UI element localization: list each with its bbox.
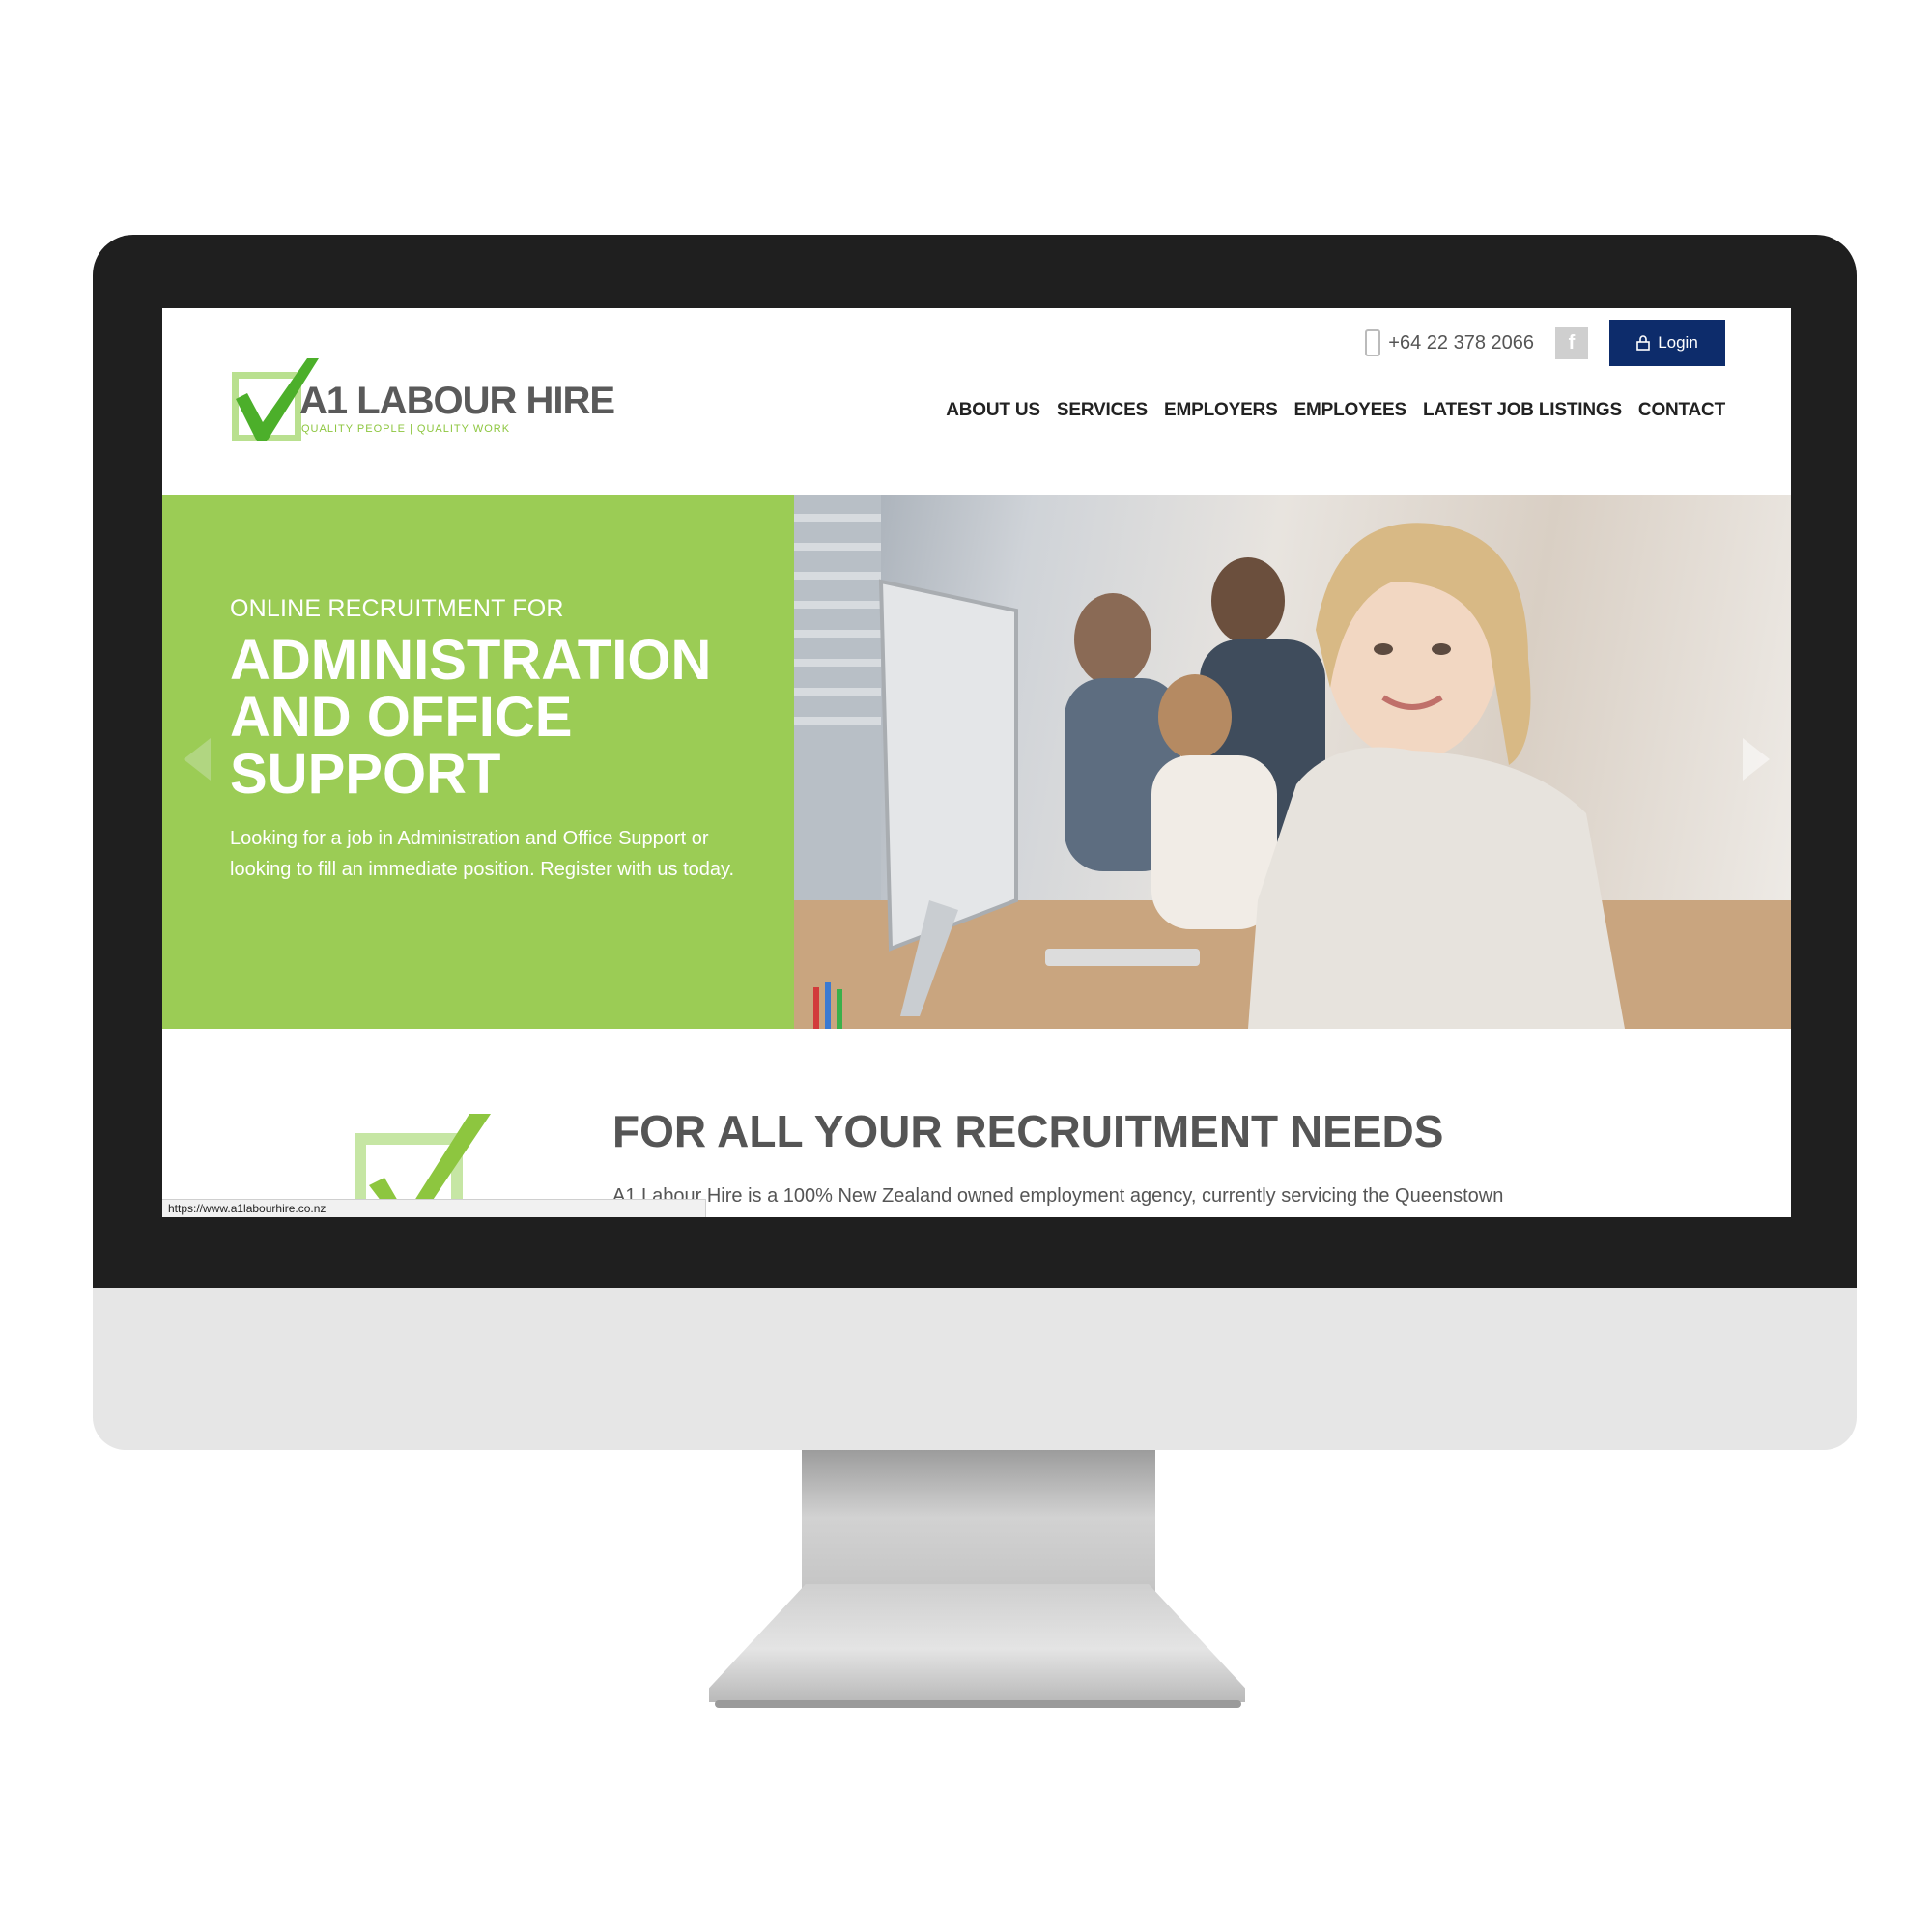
site-logo[interactable]: A1 LABOUR HIRE QUALITY PEOPLE | QUALITY …: [230, 355, 616, 461]
login-button[interactable]: Login: [1609, 320, 1725, 366]
nav-item-employees[interactable]: EMPLOYEES: [1294, 400, 1407, 421]
top-bar: +64 22 378 2066 f Login: [1365, 320, 1725, 366]
logo-title: A1 LABOUR HIRE: [299, 380, 615, 422]
website-screen: A1 LABOUR HIRE QUALITY PEOPLE | QUALITY …: [162, 308, 1791, 1217]
nav-item-latest-job-listings[interactable]: LATEST JOB LISTINGS: [1423, 400, 1622, 421]
hero-photo: [794, 495, 1791, 1029]
hero-description: Looking for a job in Administration and …: [230, 828, 735, 880]
logo-tagline: QUALITY PEOPLE | QUALITY WORK: [301, 423, 511, 435]
hero-photo-illustration: [794, 495, 1791, 1029]
arrow-left-icon[interactable]: [184, 738, 211, 781]
hero-text-panel: ONLINE RECRUITMENT FOR ADMINISTRATION AN…: [162, 495, 794, 1029]
monitor-stand-base: [709, 1584, 1245, 1702]
monitor-stand-shadow: [715, 1700, 1241, 1708]
monitor-chin: [93, 1288, 1857, 1450]
hero-title: ADMINISTRATION AND OFFICE SUPPORT: [230, 629, 712, 806]
hero-kicker: ONLINE RECRUITMENT FOR: [230, 595, 564, 622]
phone-contact[interactable]: +64 22 378 2066: [1365, 329, 1534, 356]
hero-slider: ONLINE RECRUITMENT FOR ADMINISTRATION AN…: [162, 495, 1791, 1029]
intro-heading: FOR ALL YOUR RECRUITMENT NEEDS: [612, 1106, 1444, 1156]
main-nav: ABOUT US SERVICES EMPLOYERS EMPLOYEES LA…: [946, 400, 1725, 421]
facebook-label: f: [1568, 331, 1576, 354]
lock-icon: [1636, 335, 1650, 351]
nav-item-contact[interactable]: CONTACT: [1638, 400, 1725, 421]
nav-item-employers[interactable]: EMPLOYERS: [1164, 400, 1278, 421]
phone-icon: [1365, 329, 1381, 356]
status-bar-url: https://www.a1labourhire.co.nz: [162, 1199, 706, 1217]
facebook-icon[interactable]: f: [1555, 327, 1588, 359]
arrow-right-icon[interactable]: [1743, 738, 1770, 781]
nav-item-services[interactable]: SERVICES: [1057, 400, 1148, 421]
phone-number: +64 22 378 2066: [1388, 331, 1534, 354]
intro-text: A1 Labour Hire is a 100% New Zealand own…: [612, 1185, 1504, 1207]
login-label: Login: [1658, 333, 1698, 352]
nav-item-about-us[interactable]: ABOUT US: [946, 400, 1040, 421]
